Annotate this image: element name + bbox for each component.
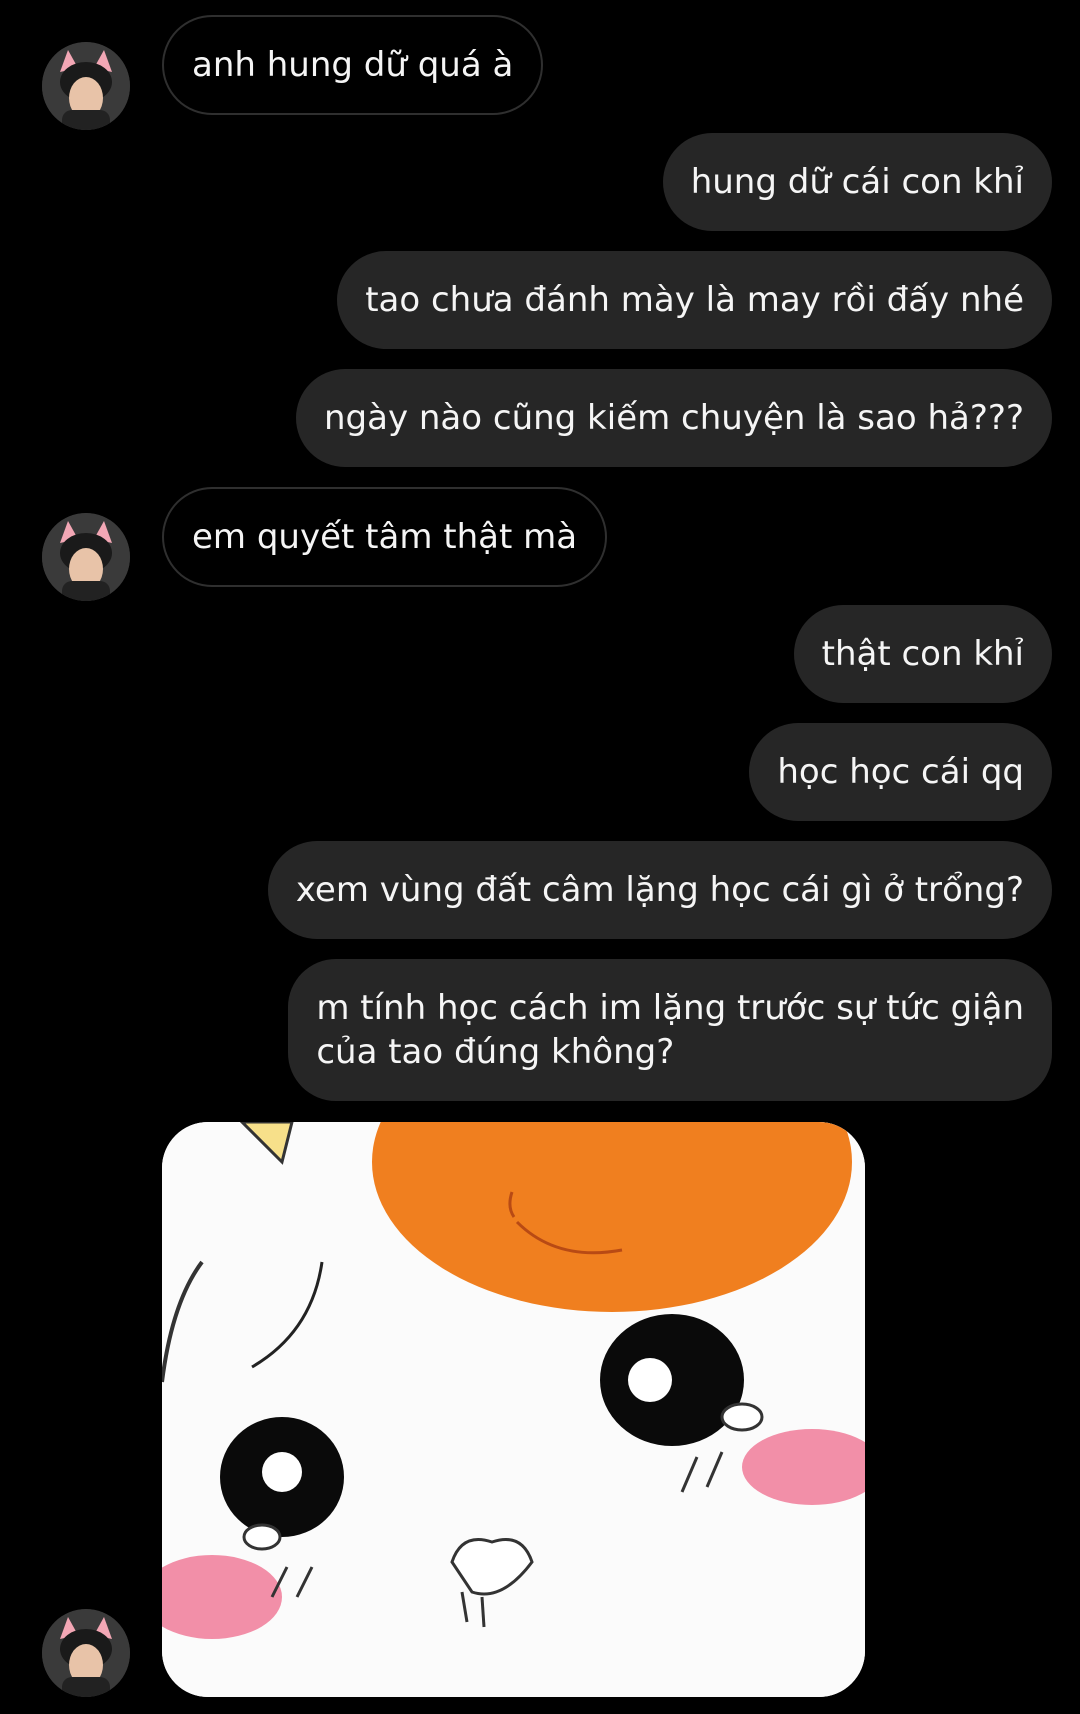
message-bubble-incoming[interactable]: anh hung dữ quá à: [162, 15, 544, 115]
message-bubble-outgoing[interactable]: m tính học cách im lặng trước sự tức giậ…: [288, 959, 1052, 1101]
sticker-image-message[interactable]: [162, 1122, 865, 1697]
hamster-sticker-icon: [162, 1122, 865, 1697]
user-avatar-icon: [42, 42, 130, 130]
message-bubble-outgoing[interactable]: ngày nào cũng kiếm chuyện là sao hả???: [295, 369, 1052, 467]
contact-avatar[interactable]: [42, 513, 130, 601]
chat-thread: anh hung dữ quá à hung dữ cái con khỉ ta…: [0, 0, 1080, 1714]
contact-avatar[interactable]: [42, 42, 130, 130]
user-avatar-icon: [42, 1609, 130, 1697]
message-bubble-outgoing[interactable]: tao chưa đánh mày là may rồi đấy nhé: [337, 251, 1052, 349]
message-bubble-incoming[interactable]: em quyết tâm thật mà: [162, 487, 608, 587]
message-bubble-outgoing[interactable]: thật con khỉ: [793, 605, 1052, 703]
message-bubble-outgoing[interactable]: học học cái qq: [749, 723, 1052, 821]
message-bubble-outgoing[interactable]: hung dữ cái con khỉ: [662, 133, 1052, 231]
contact-avatar[interactable]: [42, 1609, 130, 1697]
message-bubble-outgoing[interactable]: xem vùng đất câm lặng học cái gì ở trổng…: [267, 841, 1052, 939]
user-avatar-icon: [42, 513, 130, 601]
